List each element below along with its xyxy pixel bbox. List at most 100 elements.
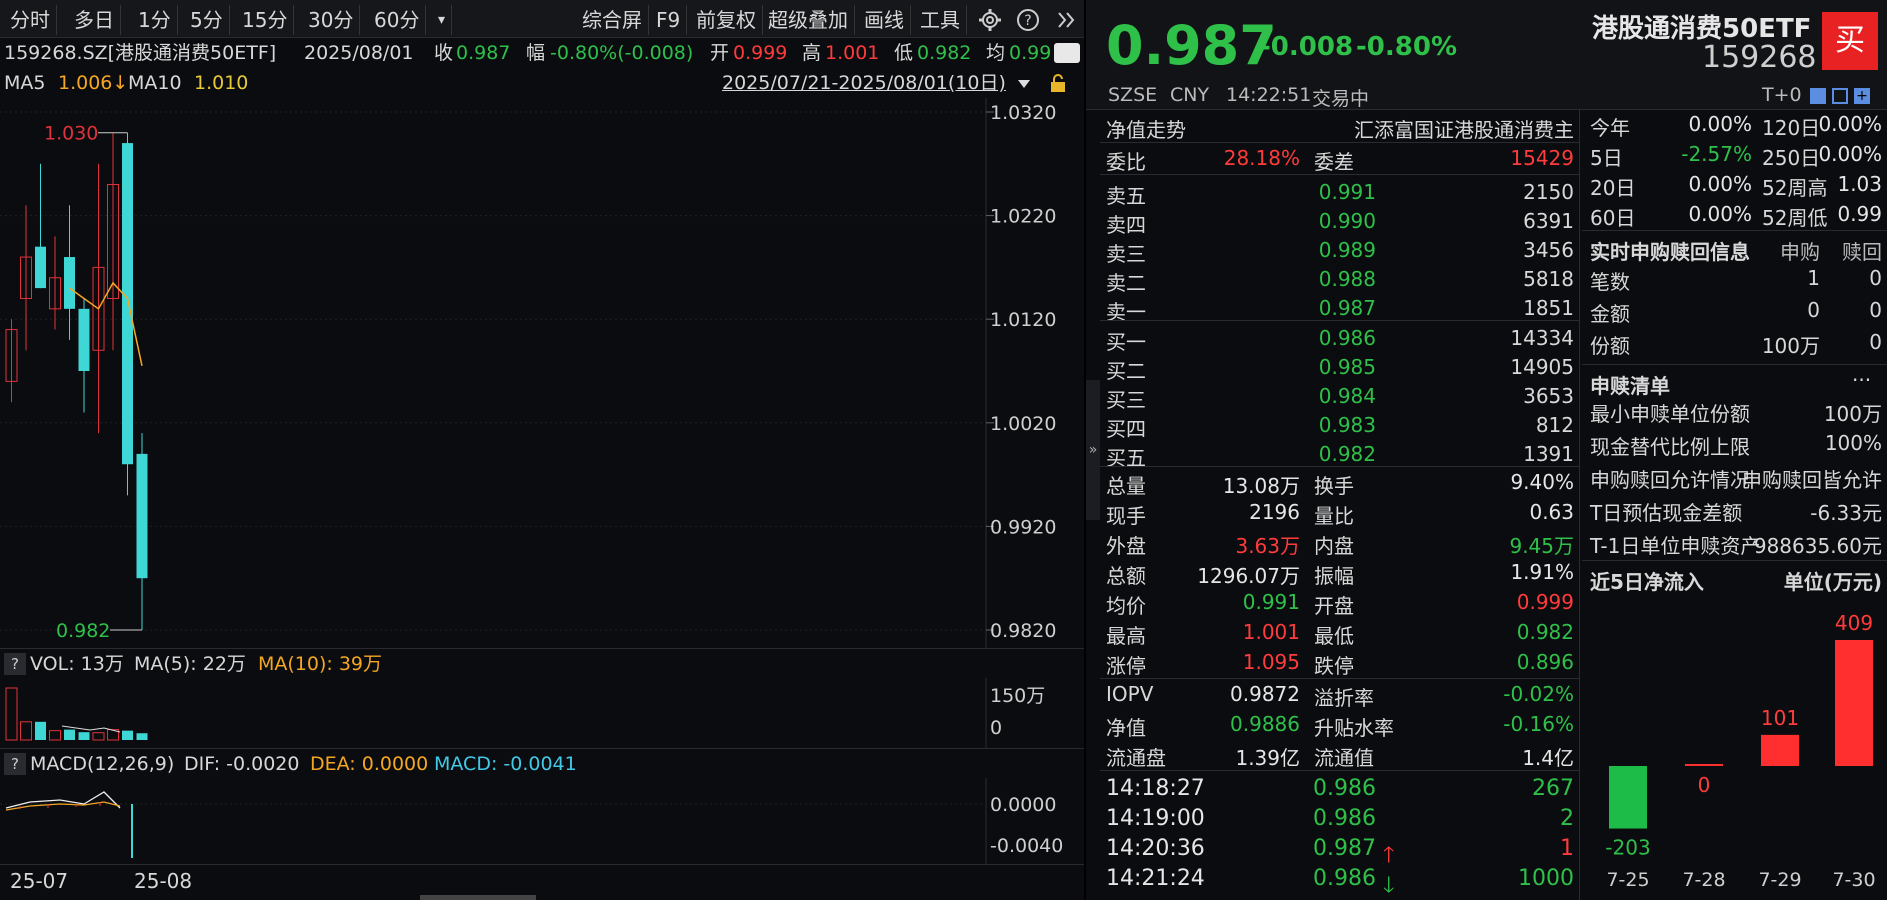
quote-panel: 0.987 -0.008 -0.80% 港股通消费50ETF 159268 买 … bbox=[1086, 0, 1887, 900]
quote-time: 14:22:51 bbox=[1226, 84, 1312, 106]
fund-stat-value: 1.39亿 bbox=[1235, 746, 1300, 770]
ask-volume: 3456 bbox=[1523, 238, 1574, 262]
arrow-down-icon: 🡓 bbox=[1383, 873, 1395, 898]
bid-level-label: 买一 bbox=[1106, 330, 1146, 354]
more-periods-button[interactable]: ▾ bbox=[432, 5, 453, 35]
candle-body[interactable] bbox=[136, 453, 148, 579]
stat-value: 1296.07万 bbox=[1197, 564, 1300, 588]
period-tab-1min[interactable]: 1分 bbox=[132, 5, 178, 35]
volume-legend: ? VOL: 13万 MA(5): 22万 MA(10): 39万 bbox=[0, 648, 1084, 678]
bid-volume: 14905 bbox=[1510, 355, 1574, 379]
period-tab-30min[interactable]: 30分 bbox=[302, 5, 361, 35]
macd-dif-line bbox=[5, 791, 121, 809]
macd-chart[interactable]: 0.0000 -0.0040 bbox=[0, 778, 1084, 864]
ask-price: 0.991 bbox=[1318, 180, 1376, 204]
chevron-down-icon[interactable] bbox=[1016, 76, 1032, 92]
volume-help-button[interactable]: ? bbox=[4, 653, 26, 675]
candlestick-chart[interactable]: 1.0320 1.0220 1.0120 1.0020 0.9920 0.9820 1.03… bbox=[0, 98, 1084, 648]
tool-draw-line[interactable]: 画线 bbox=[858, 5, 911, 35]
security-code: 159268 bbox=[1702, 40, 1817, 75]
fund-stat-value: -0.02% bbox=[1503, 682, 1574, 706]
tool-forward-adjust[interactable]: 前复权 bbox=[690, 5, 763, 35]
high-value: 1.001 bbox=[825, 42, 880, 64]
volume-bar[interactable] bbox=[136, 733, 148, 740]
inflow-value-label: -203 bbox=[1605, 836, 1650, 860]
volume-bar[interactable] bbox=[78, 732, 90, 740]
volume-bar[interactable] bbox=[5, 687, 18, 741]
bell-icon[interactable] bbox=[1832, 88, 1848, 104]
date-range-selector[interactable]: 2025/07/21-2025/08/01(10日) bbox=[722, 68, 1006, 98]
period-tab-60min[interactable]: 60分 bbox=[368, 5, 427, 35]
bid-volume: 812 bbox=[1535, 413, 1574, 437]
macd-help-button[interactable]: ? bbox=[4, 753, 26, 775]
tick-volume: 2 bbox=[1560, 806, 1574, 831]
quote-date: 2025/08/01 bbox=[304, 42, 414, 64]
stat-value: 0.896 bbox=[1516, 650, 1574, 674]
fund-stat-label: 流通盘 bbox=[1106, 746, 1166, 770]
bid-price: 0.984 bbox=[1318, 384, 1376, 408]
help-icon[interactable]: ? bbox=[1016, 8, 1040, 32]
stat-value: 0.982 bbox=[1516, 620, 1574, 644]
period-return: 0.00% bbox=[1688, 202, 1752, 226]
period-return: 0.00% bbox=[1688, 172, 1752, 196]
tool-composite-screen[interactable]: 综合屏 bbox=[576, 5, 649, 35]
list-more-button[interactable]: ··· bbox=[1852, 368, 1871, 392]
add-icon[interactable]: + bbox=[1854, 88, 1870, 104]
ask-level-label: 卖三 bbox=[1106, 242, 1146, 266]
candle-body[interactable] bbox=[35, 246, 46, 289]
period-label: 60日 bbox=[1590, 206, 1636, 230]
ask-volume: 2150 bbox=[1523, 180, 1574, 204]
list-title: 申赎清单 bbox=[1590, 374, 1670, 398]
subred-col-redeem: 赎回 bbox=[1842, 240, 1882, 264]
buy-button[interactable]: 买 bbox=[1822, 12, 1878, 70]
period-tab-timeshare[interactable]: 分时 bbox=[4, 5, 57, 35]
horizontal-scrollbar[interactable] bbox=[420, 895, 536, 900]
period-tab-5min[interactable]: 5分 bbox=[184, 5, 230, 35]
bid-level-label: 买二 bbox=[1106, 359, 1146, 383]
tool-f9[interactable]: F9 bbox=[650, 5, 688, 35]
ma10-label: MA10 bbox=[128, 72, 182, 94]
gear-icon[interactable] bbox=[978, 8, 1002, 32]
candle-body[interactable] bbox=[78, 308, 90, 371]
exchange-label: SZSE bbox=[1108, 84, 1158, 106]
ask-volume: 5818 bbox=[1523, 267, 1574, 291]
chart-panel: 分时 多日 1分 5分 15分 30分 60分 ▾ 综合屏 F9 前复权 超级叠… bbox=[0, 0, 1084, 900]
volume-bar[interactable] bbox=[122, 730, 133, 740]
wp-icon[interactable] bbox=[1054, 43, 1080, 63]
period-tab-15min[interactable]: 15分 bbox=[236, 5, 295, 35]
nav-trend-link[interactable]: 净值走势 bbox=[1106, 114, 1186, 143]
subred-row-label: 份额 bbox=[1590, 334, 1630, 358]
high-label: 高 bbox=[802, 42, 822, 64]
list-row-value: -6.33元 bbox=[1810, 501, 1882, 525]
tick-price: 0.987 bbox=[1313, 836, 1376, 861]
period-label: 20日 bbox=[1590, 176, 1636, 200]
volume-bar[interactable] bbox=[35, 721, 46, 740]
edit-icon[interactable] bbox=[1810, 88, 1826, 104]
ask-price: 0.990 bbox=[1318, 209, 1376, 233]
stat-value: 9.40% bbox=[1510, 470, 1574, 494]
period-tab-multiday[interactable]: 多日 bbox=[68, 5, 121, 35]
volume-bar[interactable] bbox=[64, 729, 75, 740]
volume-bar[interactable] bbox=[49, 730, 61, 741]
period-label: 5日 bbox=[1590, 146, 1623, 170]
collapse-panel-toggle[interactable]: » bbox=[1086, 380, 1100, 520]
tick-price: 0.986 bbox=[1313, 776, 1376, 801]
lock-icon[interactable] bbox=[1048, 73, 1068, 93]
double-chevron-right-icon[interactable] bbox=[1054, 8, 1078, 32]
volume-chart[interactable]: 150万 0 bbox=[0, 678, 1084, 748]
list-row-label: 申购赎回允许情况 bbox=[1590, 468, 1750, 492]
volume-bar[interactable] bbox=[92, 732, 105, 741]
flow-title: 近5日净流入 bbox=[1590, 570, 1704, 594]
tool-overlay[interactable]: 超级叠加 bbox=[762, 5, 855, 35]
tool-tools[interactable]: 工具 bbox=[914, 5, 967, 35]
period-return: 0.99 bbox=[1837, 202, 1882, 226]
stat-label: 外盘 bbox=[1106, 534, 1146, 558]
candle-body[interactable] bbox=[122, 143, 133, 465]
stat-value: 1.095 bbox=[1242, 650, 1300, 674]
price-axis-label: 0.9820 bbox=[990, 620, 1056, 642]
macd-axis-low: -0.0040 bbox=[990, 835, 1063, 857]
stat-label: 最低 bbox=[1314, 624, 1354, 648]
volume-bar[interactable] bbox=[20, 721, 32, 741]
candle-body[interactable] bbox=[64, 257, 75, 309]
weicha-value: 15429 bbox=[1510, 146, 1574, 170]
